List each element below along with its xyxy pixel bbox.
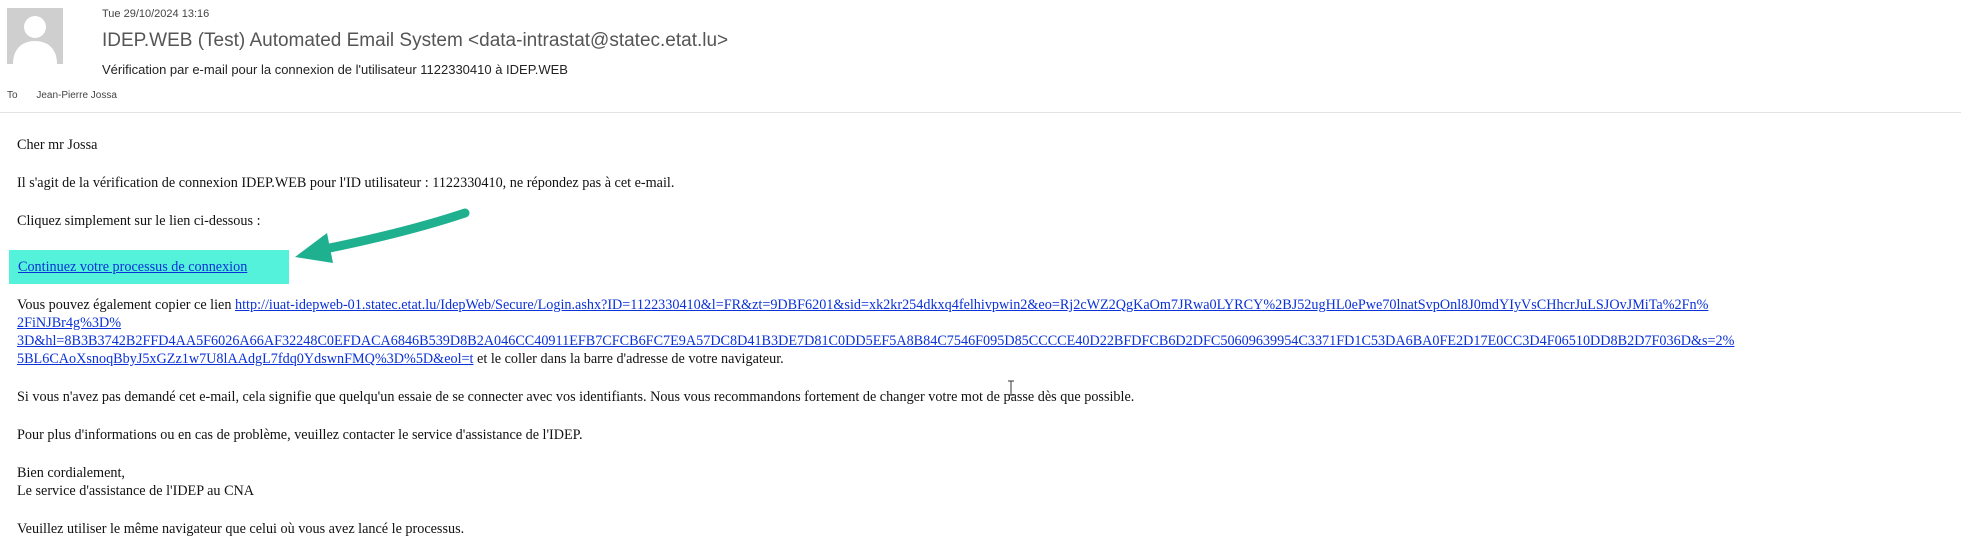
email-date: Tue 29/10/2024 13:16 (102, 8, 210, 20)
browser-note: Veuillez utiliser le même navigateur que… (17, 521, 465, 537)
closing: Bien cordialement, (17, 465, 125, 481)
copy-suffix: et le coller dans la barre d'adresse de … (473, 351, 784, 367)
continue-login-link[interactable]: Continuez votre processus de connexion (18, 259, 247, 275)
email-sender[interactable]: IDEP.WEB (Test) Automated Email System <… (102, 30, 728, 52)
recipient-row: To Jean-Pierre Jossa (7, 90, 117, 101)
header-divider (0, 112, 1961, 113)
login-url-part-2[interactable]: 2FiNJBr4g%3D% (17, 315, 121, 331)
login-url-part-1[interactable]: http://iuat-idepweb-01.statec.etat.lu/Id… (235, 297, 1708, 313)
intro-paragraph: Il s'agit de la vérification de connexio… (17, 175, 675, 191)
text-cursor-icon (1008, 380, 1014, 396)
email-subject: Vérification par e-mail pour la connexio… (102, 62, 568, 77)
login-url-part-3[interactable]: 3D&hl=8B3B3742B2FFD4AA5F6026A66AF32248C0… (17, 333, 1734, 349)
to-label: To (7, 90, 18, 101)
greeting: Cher mr Jossa (17, 137, 98, 153)
warning-paragraph: Si vous n'avez pas demandé cet e-mail, c… (17, 389, 1135, 405)
login-url-part-4[interactable]: 5BL6CAoXsnoqBbyJ5xGZz1w7U8lAAdgL7fdq0Yds… (17, 351, 473, 367)
signature: Le service d'assistance de l'IDEP au CNA (17, 483, 255, 499)
support-paragraph: Pour plus d'informations ou en cas de pr… (17, 427, 583, 443)
copy-prefix: Vous pouvez également copier ce lien (17, 297, 235, 313)
email-body: Cher mr Jossa Il s'agit de la vérificati… (9, 136, 1947, 543)
signature-block: Bien cordialement, Le service d'assistan… (17, 464, 1947, 500)
sender-avatar-icon (7, 8, 63, 64)
copy-link-paragraph: Vous pouvez également copier ce lien htt… (17, 296, 1947, 368)
login-url-link[interactable]: http://iuat-idepweb-01.statec.etat.lu/Id… (17, 297, 1734, 367)
arrow-annotation-icon (295, 208, 470, 263)
recipient-name[interactable]: Jean-Pierre Jossa (36, 90, 117, 101)
cta-highlight: Continuez votre processus de connexion (9, 250, 290, 284)
